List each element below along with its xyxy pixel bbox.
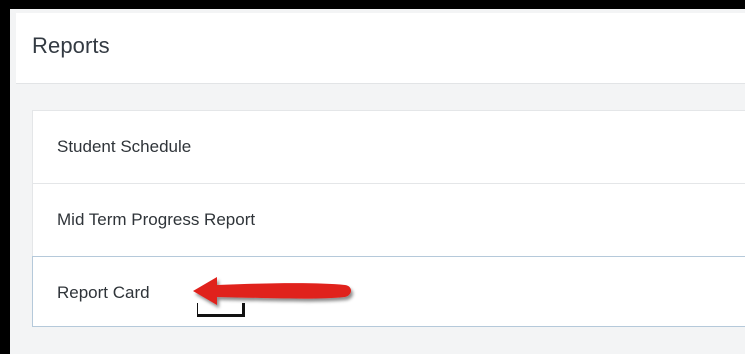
report-item-label: Report Card [57,283,150,302]
report-item-mid-term-progress-report[interactable]: Mid Term Progress Report [32,183,745,256]
report-item-student-schedule[interactable]: Student Schedule [32,110,745,183]
report-item-label: Student Schedule [57,137,192,156]
page-header: Reports [16,13,745,84]
report-item-label: Mid Term Progress Report [57,210,256,229]
reports-window: Reports Student Schedule Mid Term Progre… [0,0,745,354]
report-item-report-card[interactable]: Report Card [32,256,745,327]
reports-list: Student Schedule Mid Term Progress Repor… [32,110,745,327]
page-title: Reports [32,33,110,58]
red-arrow-icon [193,277,351,305]
